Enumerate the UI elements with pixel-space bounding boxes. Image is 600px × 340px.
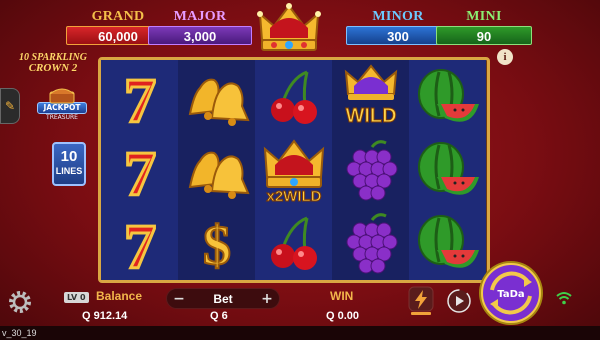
symbol-bell — [178, 133, 255, 206]
symbol-crown: x2WILD — [255, 133, 332, 206]
svg-text:7: 7 — [124, 65, 156, 130]
win-label: WIN — [330, 289, 354, 303]
pointer-icon: ✎ — [4, 99, 16, 113]
symbol-dollar: $ — [178, 206, 255, 279]
jackpot-mini: MINI 90 — [436, 9, 532, 45]
spin-button[interactable]: TaDa — [478, 260, 544, 326]
cherry-icon — [270, 70, 317, 124]
jackpot-major-label: MAJOR — [173, 9, 227, 24]
symbol-watermelon — [409, 133, 486, 206]
symbol-cherry — [255, 206, 332, 279]
symbol-wild: WILD — [332, 60, 409, 133]
crown-icon: x2WILD — [263, 138, 324, 203]
grapes-icon — [346, 212, 397, 273]
footer-strip — [0, 326, 600, 340]
level-badge: LV 0 — [64, 292, 89, 303]
bell-icon — [188, 151, 250, 199]
game-logo-line2: CROWN 2 — [28, 62, 78, 74]
symbol-watermelon — [409, 60, 486, 133]
reel-4: WILD — [332, 60, 409, 280]
jackpot-mini-label: MINI — [466, 9, 502, 24]
seven-icon: 7 — [122, 210, 157, 276]
jackpot-minor-value: 300 — [346, 26, 450, 45]
svg-text:7: 7 — [124, 138, 156, 203]
reel-2: $ — [178, 60, 255, 280]
jackpot-mini-value: 90 — [436, 26, 532, 45]
settings-gear-icon[interactable] — [8, 290, 32, 314]
reel-1: 7 7 7 — [101, 60, 178, 280]
balance-label: Balance — [96, 289, 143, 303]
version-label: v_30_19 — [2, 328, 37, 338]
watermelon-icon — [417, 141, 479, 195]
symbol-grapes — [332, 206, 409, 279]
svg-text:x2WILD: x2WILD — [266, 188, 321, 203]
reel-5 — [409, 60, 486, 280]
spin-label: TaDa — [497, 289, 524, 300]
lines-label: LINES — [55, 166, 83, 176]
symbol-bell — [178, 60, 255, 133]
bell-icon — [188, 78, 250, 126]
symbol-seven: 7 — [101, 206, 178, 279]
autoplay-button[interactable] — [446, 288, 472, 314]
win-value: Q 0.00 — [326, 310, 360, 322]
bet-increase-button[interactable]: + — [258, 290, 276, 308]
reel-area: 7 7 7 $ x2WILD WILD — [98, 57, 490, 283]
symbol-cherry — [255, 60, 332, 133]
svg-text:7: 7 — [124, 211, 156, 276]
jackpot-major: MAJOR 3,000 — [148, 9, 252, 45]
cherry-icon — [270, 216, 317, 270]
symbol-grapes — [332, 133, 409, 206]
info-button[interactable]: i — [497, 49, 513, 65]
reel-3: x2WILD — [255, 60, 332, 280]
crown-icon — [257, 3, 321, 51]
lines-number: 10 — [60, 148, 78, 165]
dollar-icon: $ — [202, 214, 232, 276]
treasure-chest-icon — [49, 88, 75, 104]
jackpot-major-value: 3,000 — [148, 26, 252, 45]
symbol-seven: 7 — [101, 133, 178, 206]
seven-icon: 7 — [122, 137, 157, 203]
jackpot-minor-label: MINOR — [372, 9, 424, 24]
seven-icon: 7 — [122, 64, 157, 130]
lines-badge: 10 LINES — [52, 142, 86, 186]
watermelon-icon — [417, 68, 479, 122]
svg-text:WILD: WILD — [345, 105, 396, 127]
symbol-watermelon — [409, 206, 486, 279]
wifi-icon — [556, 292, 572, 305]
game-logo: 10 SPARKLING CROWN 2 — [14, 52, 92, 80]
jackpot-treasure-subtitle: TREASURE — [46, 114, 78, 121]
balance-value: Q 912.14 — [82, 310, 128, 322]
watermelon-icon — [417, 214, 479, 268]
symbol-seven: 7 — [101, 60, 178, 133]
bet-control: − Bet + — [166, 288, 280, 309]
wild-icon: WILD — [344, 63, 397, 127]
turbo-bolt-button[interactable] — [408, 286, 434, 316]
svg-text:$: $ — [203, 215, 231, 276]
side-menu-tab[interactable]: ✎ — [0, 88, 20, 124]
bottom-bar: LV 0 Balance Q 912.14 − Bet + Q 6 WIN Q … — [0, 261, 600, 340]
jackpot-minor: MINOR 300 — [346, 9, 450, 45]
jackpot-treasure-badge[interactable]: JACKPOT TREASURE — [34, 86, 90, 126]
bet-value: Q 6 — [210, 310, 228, 322]
grapes-icon — [346, 139, 397, 200]
